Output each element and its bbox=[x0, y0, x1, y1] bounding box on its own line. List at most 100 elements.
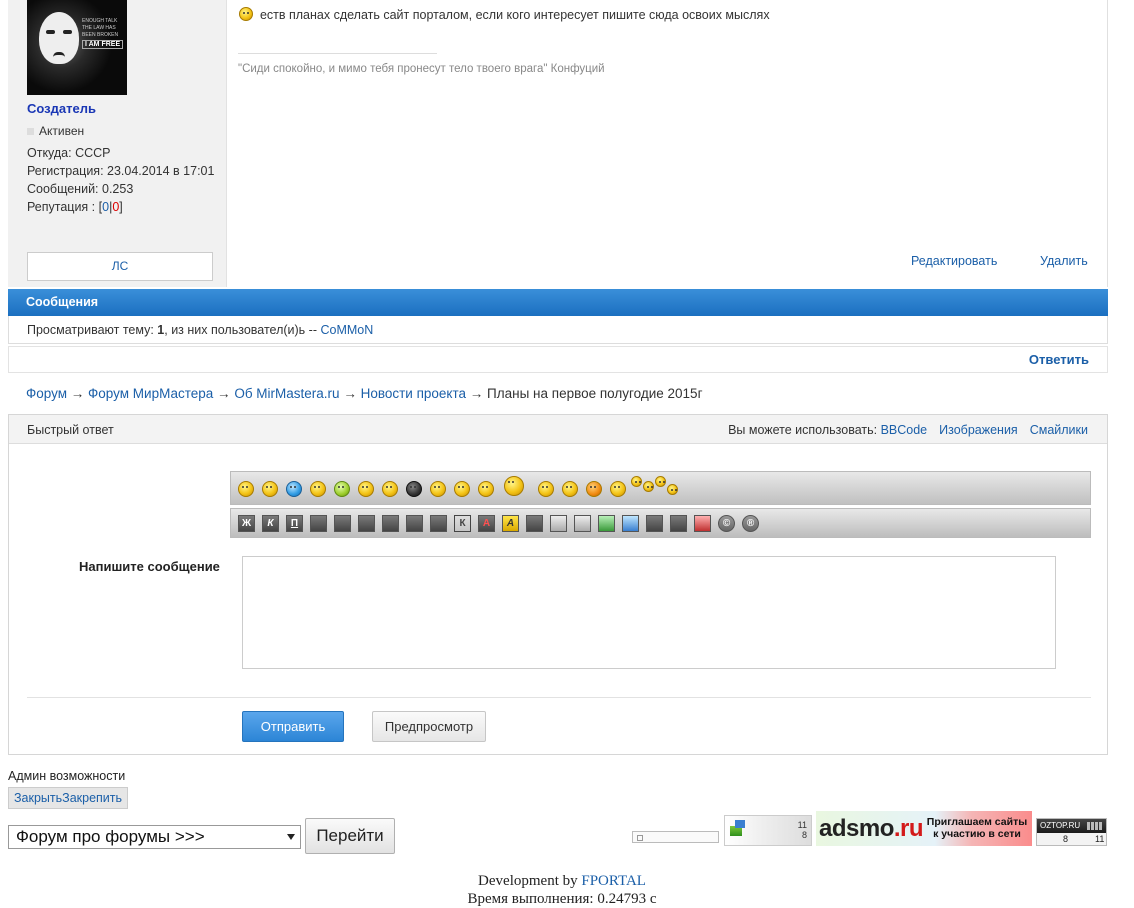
smiley-smile-icon[interactable] bbox=[310, 481, 326, 497]
smiley-confused-icon[interactable] bbox=[610, 481, 626, 497]
breadcrumb-forum[interactable]: Форум bbox=[26, 386, 67, 401]
registered-button[interactable]: ® bbox=[742, 515, 759, 532]
breadcrumb-about[interactable]: Об MirMastera.ru bbox=[234, 386, 339, 401]
smiley-sad-icon[interactable] bbox=[562, 481, 578, 497]
underline-button[interactable]: П bbox=[286, 515, 303, 532]
smiley-question-icon[interactable] bbox=[286, 481, 302, 497]
signal-bars-icon bbox=[1087, 822, 1103, 830]
forum-jump-selected: Форум про форумы >>> bbox=[16, 827, 205, 846]
bbcode-toolbar: Ж К П К А А © ® bbox=[230, 508, 1091, 538]
smiley-cool-icon[interactable] bbox=[382, 481, 398, 497]
chevron-down-icon bbox=[287, 834, 295, 840]
spoiler-icon[interactable] bbox=[574, 515, 591, 532]
smiley-group-icon[interactable] bbox=[667, 484, 678, 495]
author-status-text: Активен bbox=[39, 124, 85, 138]
footer-dev: Development by FPORTAL bbox=[0, 872, 1124, 890]
link-icon[interactable] bbox=[646, 515, 663, 532]
smiley-sick-icon[interactable] bbox=[334, 481, 350, 497]
author-info: Откуда: СССР Регистрация: 23.04.2014 в 1… bbox=[27, 144, 217, 216]
oztop-header: OZTOP.RU bbox=[1037, 819, 1106, 833]
images-link[interactable]: Изображения bbox=[939, 423, 1018, 437]
hide-text-icon[interactable] bbox=[550, 515, 567, 532]
adsmo-logo-a: adsmo bbox=[819, 815, 894, 842]
preview-button[interactable]: Предпросмотр bbox=[372, 711, 486, 742]
align-right-icon[interactable] bbox=[358, 515, 375, 532]
send-button[interactable]: Отправить bbox=[242, 711, 344, 742]
author-messages: Сообщений: 0.253 bbox=[27, 182, 134, 196]
smiley-tongue-icon[interactable] bbox=[538, 481, 554, 497]
oztop-name: OZTOP.RU bbox=[1040, 821, 1081, 830]
counter-logo-icon bbox=[730, 820, 745, 836]
smiley-ninja-icon[interactable] bbox=[406, 481, 422, 497]
reply-row: Ответить bbox=[8, 346, 1108, 373]
breadcrumb-current: Планы на первое полугодие 2015г bbox=[487, 386, 703, 401]
smiley-wink-icon[interactable] bbox=[430, 481, 446, 497]
message-textarea[interactable] bbox=[242, 556, 1056, 669]
viewing-user-link[interactable]: CoMMoN bbox=[320, 323, 373, 337]
breadcrumb-separator: → bbox=[466, 386, 488, 401]
clear-icon[interactable] bbox=[694, 515, 711, 532]
smiley-laugh-icon[interactable] bbox=[454, 481, 470, 497]
oztop-counter[interactable]: OZTOP.RU 8 11 bbox=[1036, 818, 1107, 846]
image-icon[interactable] bbox=[598, 515, 615, 532]
reputation-label: Репутация : [ bbox=[27, 200, 103, 214]
align-center-icon[interactable] bbox=[334, 515, 351, 532]
author-reputation: Репутация : [0|0] bbox=[27, 198, 217, 216]
smiley-shout-icon[interactable] bbox=[504, 476, 524, 496]
smiley-alert-icon[interactable] bbox=[586, 481, 602, 497]
footer: Development by FPORTAL Время выполнения:… bbox=[0, 872, 1124, 908]
image-upload-icon[interactable] bbox=[622, 515, 639, 532]
stats-counter[interactable]: 11 8 bbox=[724, 815, 812, 846]
smiley-glasses-icon[interactable] bbox=[262, 481, 278, 497]
counter-widget[interactable] bbox=[632, 831, 719, 843]
smileys-link[interactable]: Смайлики bbox=[1030, 423, 1088, 437]
adsmo-banner[interactable]: adsmo.ru Приглашаем сайты к участию в се… bbox=[816, 811, 1032, 846]
quick-reply-header: Быстрый ответ Вы можете использовать: BB… bbox=[9, 415, 1107, 444]
breadcrumb-mirmastera-forum[interactable]: Форум МирМастера bbox=[88, 386, 213, 401]
highlight-button[interactable]: А bbox=[502, 515, 519, 532]
delete-post-link[interactable]: Удалить bbox=[1040, 254, 1088, 268]
forum-jump-select[interactable]: Форум про форумы >>> bbox=[8, 825, 301, 849]
forum-post: ENOUGH TALK THE LAW HAS BEEN BROKEN I AM… bbox=[8, 0, 1108, 287]
signature: "Сиди спокойно, и мимо тебя пронесут тел… bbox=[238, 63, 605, 75]
go-button[interactable]: Перейти bbox=[305, 818, 395, 854]
quick-reply-title: Быстрый ответ bbox=[27, 423, 114, 437]
italic-button[interactable]: К bbox=[262, 515, 279, 532]
bold-button[interactable]: Ж bbox=[238, 515, 255, 532]
quick-reply-panel: Быстрый ответ Вы можете использовать: BB… bbox=[8, 414, 1108, 755]
smiley-icon[interactable] bbox=[238, 481, 254, 497]
post-author-panel: ENOUGH TALK THE LAW HAS BEEN BROKEN I AM… bbox=[8, 0, 227, 287]
list-icon[interactable] bbox=[382, 515, 399, 532]
status-indicator-icon bbox=[27, 128, 34, 135]
bbcode-link[interactable]: BBCode bbox=[881, 423, 928, 437]
quick-reply-options: Вы можете использовать: BBCode Изображени… bbox=[728, 423, 1088, 437]
counter-bottom: 8 bbox=[801, 830, 807, 840]
edit-post-link[interactable]: Редактировать bbox=[911, 254, 997, 268]
smiley-group-icon[interactable] bbox=[655, 476, 666, 487]
mask-image bbox=[39, 12, 79, 64]
write-message-label: Напишите сообщение bbox=[79, 559, 220, 574]
copyright-button[interactable]: © bbox=[718, 515, 735, 532]
fportal-link[interactable]: FPORTAL bbox=[581, 873, 646, 889]
color-picker-icon[interactable] bbox=[526, 515, 543, 532]
align-left-icon[interactable] bbox=[310, 515, 327, 532]
close-topic-button[interactable]: Закрыть bbox=[14, 791, 62, 805]
italic-k-button[interactable]: К bbox=[454, 515, 471, 532]
avatar: ENOUGH TALK THE LAW HAS BEEN BROKEN I AM… bbox=[27, 0, 127, 95]
smiley-group-icon[interactable] bbox=[631, 476, 642, 487]
smiley-arrow-icon[interactable] bbox=[478, 481, 494, 497]
smiley-group-icon[interactable] bbox=[643, 481, 654, 492]
quote-icon[interactable] bbox=[430, 515, 447, 532]
author-name[interactable]: Создатель bbox=[27, 101, 96, 116]
avatar-badge: I AM FREE bbox=[82, 40, 124, 49]
save-icon[interactable] bbox=[670, 515, 687, 532]
font-color-button[interactable]: А bbox=[478, 515, 495, 532]
table-icon[interactable] bbox=[406, 515, 423, 532]
private-message-button[interactable]: ЛС bbox=[27, 252, 213, 281]
pin-topic-button[interactable]: Закрепить bbox=[62, 791, 122, 805]
breadcrumb-separator: → bbox=[339, 386, 361, 401]
smiley-grin-icon[interactable] bbox=[358, 481, 374, 497]
admin-label: Админ возможности bbox=[8, 769, 126, 783]
breadcrumb-news[interactable]: Новости проекта bbox=[361, 386, 466, 401]
reply-button[interactable]: Ответить bbox=[1029, 352, 1089, 367]
